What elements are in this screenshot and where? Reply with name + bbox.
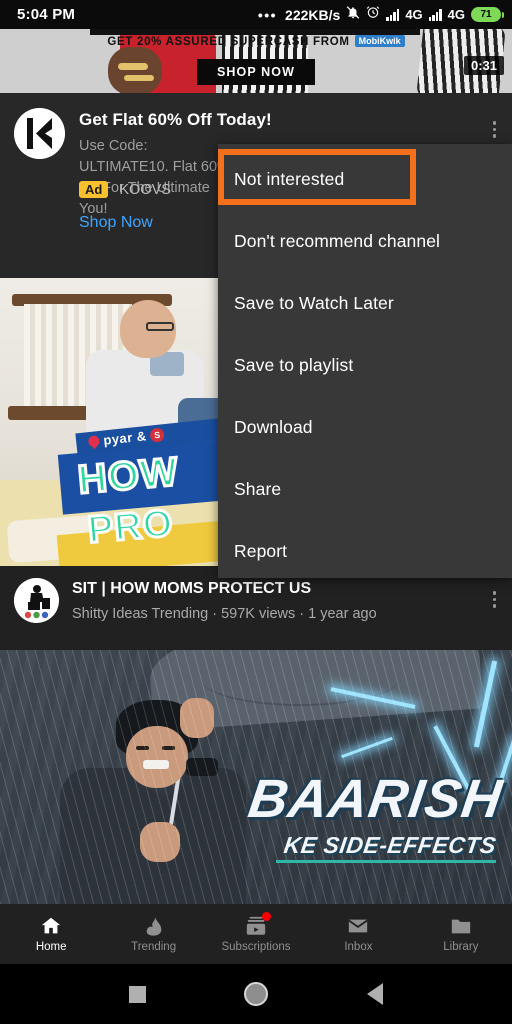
ad-banner-shop-now-button[interactable]: SHOP NOW <box>196 59 316 85</box>
ad-advertiser-avatar <box>14 108 65 159</box>
thumbnail-brand-pyar: pyar <box>102 429 134 448</box>
ad-advertiser-name: KOOVS <box>119 181 171 198</box>
folder-icon <box>450 915 472 937</box>
status-bar: 5:04 PM ••• 222KB/s 4G 4G 71 <box>0 0 512 29</box>
android-system-nav <box>0 964 512 1024</box>
ad-title: Get Flat 60% Off Today! <box>79 110 272 129</box>
thumbnail-brand-amp: & <box>135 428 148 445</box>
network-type-label-2: 4G <box>447 7 465 22</box>
channel-avatar[interactable] <box>14 578 59 623</box>
thumbnail-brand-sit: S <box>149 426 166 443</box>
menu-item-download[interactable]: Download <box>218 396 512 458</box>
signal-icon <box>386 8 400 21</box>
ad-badge: Ad <box>79 181 109 198</box>
recents-square-icon[interactable] <box>129 985 147 1003</box>
menu-item-report[interactable]: Report <box>218 520 512 582</box>
network-type-label-1: 4G <box>405 7 423 22</box>
nav-label-trending: Trending <box>131 941 177 953</box>
flame-icon <box>143 915 165 937</box>
menu-item-dont-recommend-channel[interactable]: Don't recommend channel <box>218 210 512 272</box>
status-bar-icons: ••• 222KB/s 4G 4G 71 <box>257 5 504 25</box>
home-icon <box>40 915 62 937</box>
ad-banner-art <box>118 63 148 70</box>
menu-item-save-to-watch-later[interactable]: Save to Watch Later <box>218 272 512 334</box>
ad-shop-now-link[interactable]: Shop Now <box>79 214 153 232</box>
ad-banner-headline: GET 20% ASSURED SUPERCASH FROM MobiKwik <box>0 35 512 48</box>
video-2-thumbnail[interactable]: BAARISH KE SIDE-EFFECTS <box>0 650 512 904</box>
nav-item-inbox[interactable]: Inbox <box>307 915 409 953</box>
thumbnail-text-ke-side-effects: KE SIDE-EFFECTS <box>282 832 498 858</box>
ad-countdown-timer: 0:31 <box>463 56 504 75</box>
nav-item-library[interactable]: Library <box>410 915 512 953</box>
nav-label-home: Home <box>35 941 67 953</box>
nav-label-inbox: Inbox <box>344 941 373 953</box>
overflow-dots-icon: ••• <box>257 6 278 23</box>
video-1-more-options-icon[interactable] <box>487 582 503 617</box>
ad-banner-art <box>108 47 162 93</box>
menu-item-save-to-playlist[interactable]: Save to playlist <box>218 334 512 396</box>
ad-video-banner[interactable]: GET 20% ASSURED SUPERCASH FROM MobiKwik S… <box>0 29 512 93</box>
video-1-meta-text: Shitty Ideas Trending · 597K views · 1 y… <box>72 606 377 622</box>
nav-item-subscriptions[interactable]: Subscriptions <box>205 912 307 953</box>
battery-indicator: 71 <box>471 7 504 22</box>
menu-item-not-interested[interactable]: Not interested <box>218 148 512 210</box>
bottom-navigation-bar: Home Trending Subscriptions Inbox Librar… <box>0 904 512 964</box>
bell-mute-icon <box>346 5 360 25</box>
nav-label-subscriptions: Subscriptions <box>221 941 291 953</box>
signal-icon <box>428 8 442 21</box>
alarm-icon <box>366 5 380 24</box>
thumbnail-art <box>276 860 496 863</box>
nav-label-library: Library <box>443 941 479 953</box>
network-speed-label: 222KB/s <box>285 6 341 23</box>
status-bar-clock: 5:04 PM <box>17 6 76 23</box>
envelope-icon <box>347 915 369 937</box>
home-circle-icon[interactable] <box>244 982 269 1006</box>
thumbnail-art <box>146 322 174 331</box>
nav-item-home[interactable]: Home <box>0 915 102 953</box>
thumbnail-text-pro: PRO <box>85 501 177 553</box>
ad-badge-row: Ad KOOVS <box>79 181 171 198</box>
video-1-title: SIT | HOW MOMS PROTECT US <box>72 580 312 597</box>
video-options-menu[interactable]: Not interested Don't recommend channel S… <box>218 144 512 578</box>
nav-item-trending[interactable]: Trending <box>102 915 204 953</box>
back-triangle-icon[interactable] <box>366 983 383 1005</box>
thumbnail-text-how: HOW <box>75 448 182 504</box>
subscriptions-icon <box>245 912 272 937</box>
subscriptions-badge <box>262 912 272 921</box>
thumbnail-text-baarish: BAARISH <box>244 769 507 829</box>
ad-description: Use Code: ULTIMATE10. Flat 60% Off For T… <box>79 138 230 217</box>
ad-more-options-icon[interactable] <box>487 112 503 147</box>
menu-item-share[interactable]: Share <box>218 458 512 520</box>
mobikwik-logo: MobiKwik <box>354 35 405 47</box>
ad-banner-headline-text: GET 20% ASSURED SUPERCASH FROM <box>107 36 350 48</box>
ad-banner-art <box>124 75 154 81</box>
heart-icon <box>86 433 102 450</box>
youtube-app-screen: 5:04 PM ••• 222KB/s 4G 4G 71 GET 20% ASS… <box>0 0 512 1024</box>
